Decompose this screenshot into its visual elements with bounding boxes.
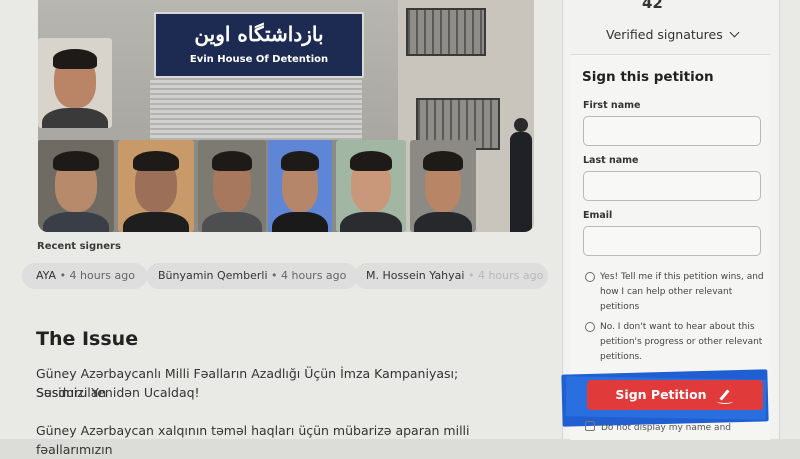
notify-yes-option[interactable]: Yes! Tell me if this petition wins, and … <box>585 270 765 316</box>
first-name-label: First name <box>583 100 641 111</box>
radio-button[interactable] <box>585 272 595 282</box>
portrait-photo <box>38 38 112 128</box>
signer-name: Bünyamin Qemberli <box>158 269 268 282</box>
verified-signatures-toggle[interactable]: Verified signatures <box>606 27 740 42</box>
notify-no-option[interactable]: No. I don't want to hear about this peti… <box>585 320 765 366</box>
portrait-photo <box>268 140 332 232</box>
radio-button[interactable] <box>585 322 595 332</box>
portrait-photo <box>410 140 476 232</box>
signer-name: AYA <box>36 269 57 282</box>
last-name-field[interactable] <box>583 171 761 201</box>
petition-photo-collage: بازداشتگاه اوین Evin House Of Detention <box>38 0 534 232</box>
petition-page: بازداشتگاه اوین Evin House Of Detention <box>0 0 800 457</box>
signer-time: • 4 hours ago <box>467 269 544 282</box>
prison-sign-english: Evin House Of Detention <box>189 54 329 65</box>
prison-sign: بازداشتگاه اوین Evin House Of Detention <box>154 12 364 78</box>
notify-yes-label: Yes! Tell me if this petition wins, and … <box>600 272 764 312</box>
sign-petition-button[interactable]: Sign Petition <box>587 380 763 410</box>
prison-sign-persian: بازداشتگاه اوین <box>194 22 324 46</box>
portrait-photo <box>198 140 266 232</box>
recent-signers-label: Recent signers <box>37 241 121 252</box>
recent-signer-chip: AYA • 4 hours ago <box>22 263 147 289</box>
portrait-photo <box>38 140 114 232</box>
signature-pen-icon <box>716 388 735 404</box>
email-field[interactable] <box>583 226 761 256</box>
first-name-field[interactable] <box>583 116 761 146</box>
verified-signatures-label: Verified signatures <box>606 27 723 42</box>
portrait-photo <box>336 140 406 232</box>
recent-signer-chip: M. Hossein Yahyai • 4 hours ago <box>354 263 548 289</box>
hide-name-option[interactable]: Do not display my name and <box>585 421 731 433</box>
recent-signer-chip: Bünyamin Qemberli • 4 hours ago <box>146 263 359 289</box>
signer-name: M. Hossein Yahyai <box>366 269 465 282</box>
signer-time: • 4 hours ago <box>59 269 135 282</box>
prison-building-photo: بازداشتگاه اوین Evin House Of Detention <box>38 0 534 232</box>
sign-petition-label: Sign Petition <box>615 387 707 402</box>
email-label: Email <box>583 210 613 221</box>
signer-time: • 4 hours ago <box>271 269 347 282</box>
issue-paragraph: Səsimizi Yenidən Ucaldaq! <box>36 385 200 400</box>
hide-name-label: Do not display my name and <box>601 423 731 433</box>
checkbox[interactable] <box>585 421 595 431</box>
chevron-down-icon <box>729 27 740 38</box>
sign-form-title: Sign this petition <box>582 69 714 85</box>
issue-heading: The Issue <box>36 328 139 350</box>
last-name-label: Last name <box>583 155 639 166</box>
guard-figure <box>508 118 534 232</box>
signature-count: 42 <box>642 0 663 12</box>
notify-no-label: No. I don't want to hear about this peti… <box>600 322 763 362</box>
issue-paragraph: Güney Azərbaycan xalqının təməl haqları … <box>36 423 470 457</box>
portrait-photo <box>118 140 194 232</box>
